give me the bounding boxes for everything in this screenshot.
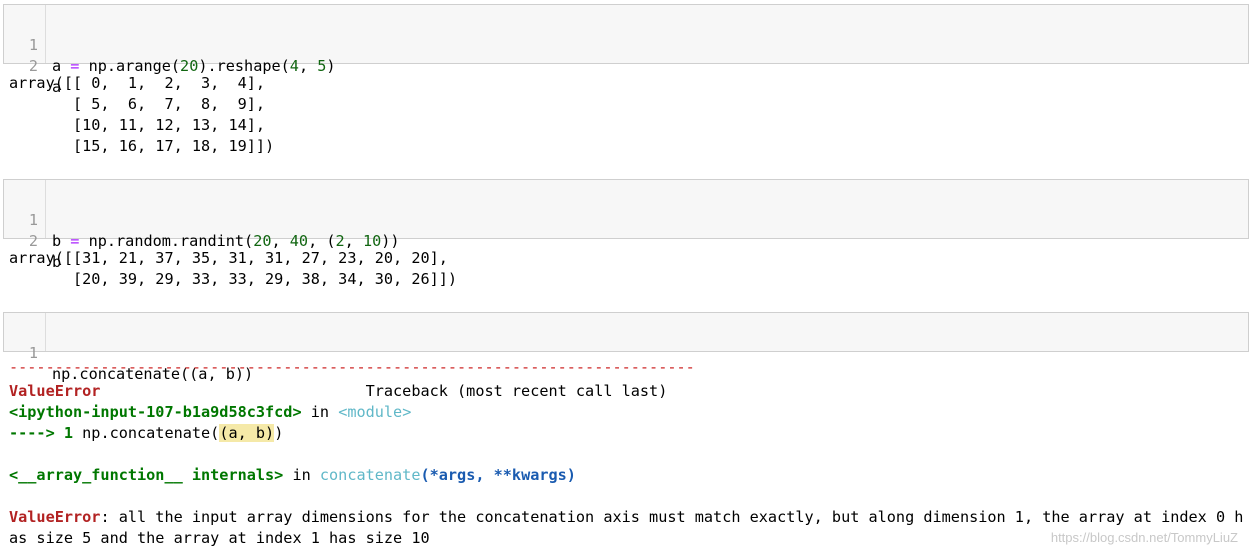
error-name: ValueError	[9, 508, 101, 526]
code-cell-3[interactable]: 1 np.concatenate((a, b))	[3, 312, 1249, 383]
traceback-frame-1: <ipython-input-107-b1a9d58c3fcd> in <mod…	[9, 403, 412, 421]
module-ref: <module>	[338, 403, 412, 421]
output-line: [10, 11, 12, 13, 14],	[9, 116, 266, 134]
traceback-arrow-line: ----> 1 np.concatenate((a, b))	[9, 424, 284, 442]
arrow-marker: ----> 1	[9, 424, 74, 442]
error-name: ValueError	[9, 382, 101, 400]
code-cell-2[interactable]: 1 b = np.random.randint(20, 40, (2, 10))…	[3, 179, 1249, 271]
function-args: (*args, **kwargs)	[420, 466, 576, 484]
error-message-line-1: ValueError: all the input array dimensio…	[9, 508, 1244, 526]
output-line: [15, 16, 17, 18, 19]])	[9, 137, 275, 155]
traceback-header: ValueError Traceback (most recent call l…	[9, 381, 667, 402]
ipython-input-ref: <ipython-input-107-b1a9d58c3fcd>	[9, 403, 302, 421]
traceback-frame-2: <__array_function__ internals> in concat…	[9, 466, 576, 484]
error-message-line-2: as size 5 and the array at index 1 has s…	[9, 529, 430, 547]
traceback-label: Traceback (most recent call last)	[100, 382, 668, 400]
error-separator: ----------------------------------------…	[9, 358, 695, 376]
code-cell-1[interactable]: 1 a = np.arange(20).reshape(4, 5) 2 a	[3, 4, 1249, 96]
output-line: array([[31, 21, 37, 35, 31, 31, 27, 23, …	[9, 249, 448, 267]
output-line: [20, 39, 29, 33, 33, 29, 38, 34, 30, 26]…	[9, 270, 458, 288]
output-line: [ 5, 6, 7, 8, 9],	[9, 95, 266, 113]
function-ref: concatenate	[319, 466, 421, 484]
watermark: https://blog.csdn.net/TommyLiuZ	[1050, 530, 1238, 545]
output-line: array([[ 0, 1, 2, 3, 4],	[9, 74, 266, 92]
internals-ref: <__array_function__ internals>	[9, 466, 284, 484]
